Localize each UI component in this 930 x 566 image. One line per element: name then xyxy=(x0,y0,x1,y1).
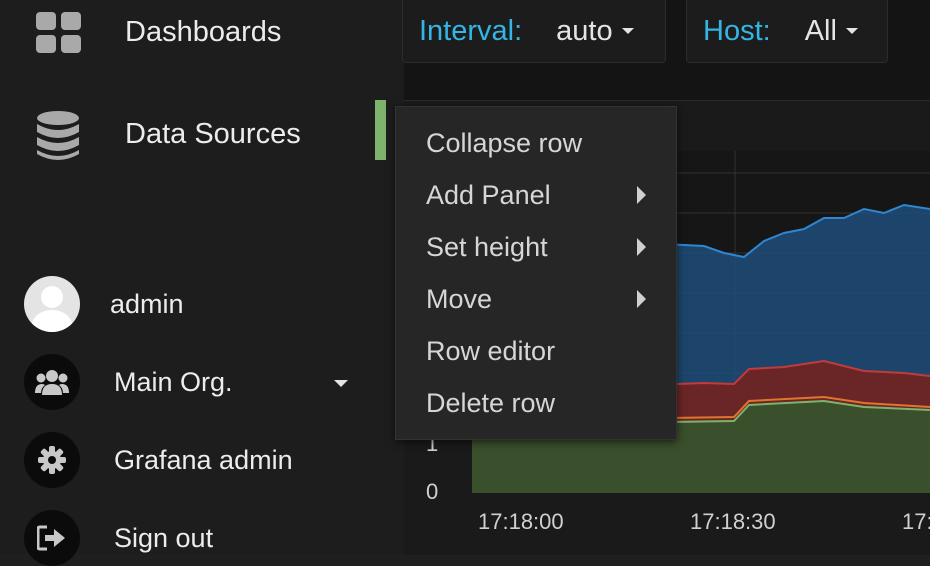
menu-item-label: Collapse row xyxy=(426,127,583,158)
x-tick-label: 17:18:30 xyxy=(690,509,776,534)
interval-variable[interactable]: Interval: auto xyxy=(402,0,666,63)
x-tick-label: 17:18:00 xyxy=(478,509,564,534)
menu-item-move[interactable]: Move xyxy=(426,277,666,321)
grid-icon xyxy=(36,12,81,53)
variable-value-host: All xyxy=(804,14,837,47)
y-tick-label: 0 xyxy=(426,479,439,504)
menu-item-label: Move xyxy=(426,283,493,314)
host-variable[interactable]: Host: All xyxy=(686,0,888,63)
variable-label-interval: Interval: xyxy=(419,14,523,47)
menu-item-label: Delete row xyxy=(426,387,556,418)
sign-out-icon xyxy=(24,510,80,566)
chevron-down-icon xyxy=(845,28,858,34)
variable-label-host: Host: xyxy=(703,14,771,47)
org-switcher[interactable]: Main Org. xyxy=(24,354,348,410)
menu-item-add-panel[interactable]: Add Panel xyxy=(426,173,666,217)
active-indicator xyxy=(375,100,386,160)
menu-item-collapse-row[interactable]: Collapse row xyxy=(426,121,666,165)
profile-admin[interactable]: admin xyxy=(24,276,184,332)
menu-item-label: Row editor xyxy=(426,335,556,366)
sidebar-item-label: Data Sources xyxy=(125,118,301,150)
sign-out-button[interactable]: Sign out xyxy=(24,510,213,566)
sidebar: Dashboards Data Sources admin Main Org. … xyxy=(0,0,404,566)
gear-icon xyxy=(24,432,80,488)
menu-item-label: Set height xyxy=(426,231,548,262)
menu-item-label: Add Panel xyxy=(426,179,551,210)
profile-label-sign-out: Sign out xyxy=(114,522,214,553)
profile-label-admin: admin xyxy=(110,288,184,319)
avatar xyxy=(24,276,80,332)
chevron-down-icon xyxy=(621,28,634,34)
chevron-right-icon xyxy=(637,290,646,308)
variable-value-interval: auto xyxy=(556,14,613,47)
database-icon xyxy=(37,111,79,160)
profile-label-grafana-admin: Grafana admin xyxy=(114,444,293,475)
profile-label-org: Main Org. xyxy=(114,366,233,397)
chevron-right-icon xyxy=(637,186,646,204)
menu-item-delete-row[interactable]: Delete row xyxy=(426,381,666,425)
chevron-down-icon xyxy=(334,380,348,387)
sidebar-item-label: Dashboards xyxy=(125,16,282,48)
x-tick-label: 17:1 xyxy=(902,509,930,534)
profile-grafana-admin[interactable]: Grafana admin xyxy=(24,432,293,488)
row-context-menu: Collapse row Add Panel Set height Move R… xyxy=(395,106,677,440)
menu-item-set-height[interactable]: Set height xyxy=(426,225,666,269)
users-icon xyxy=(24,354,80,410)
chevron-right-icon xyxy=(637,238,646,256)
menu-item-row-editor[interactable]: Row editor xyxy=(426,329,666,373)
